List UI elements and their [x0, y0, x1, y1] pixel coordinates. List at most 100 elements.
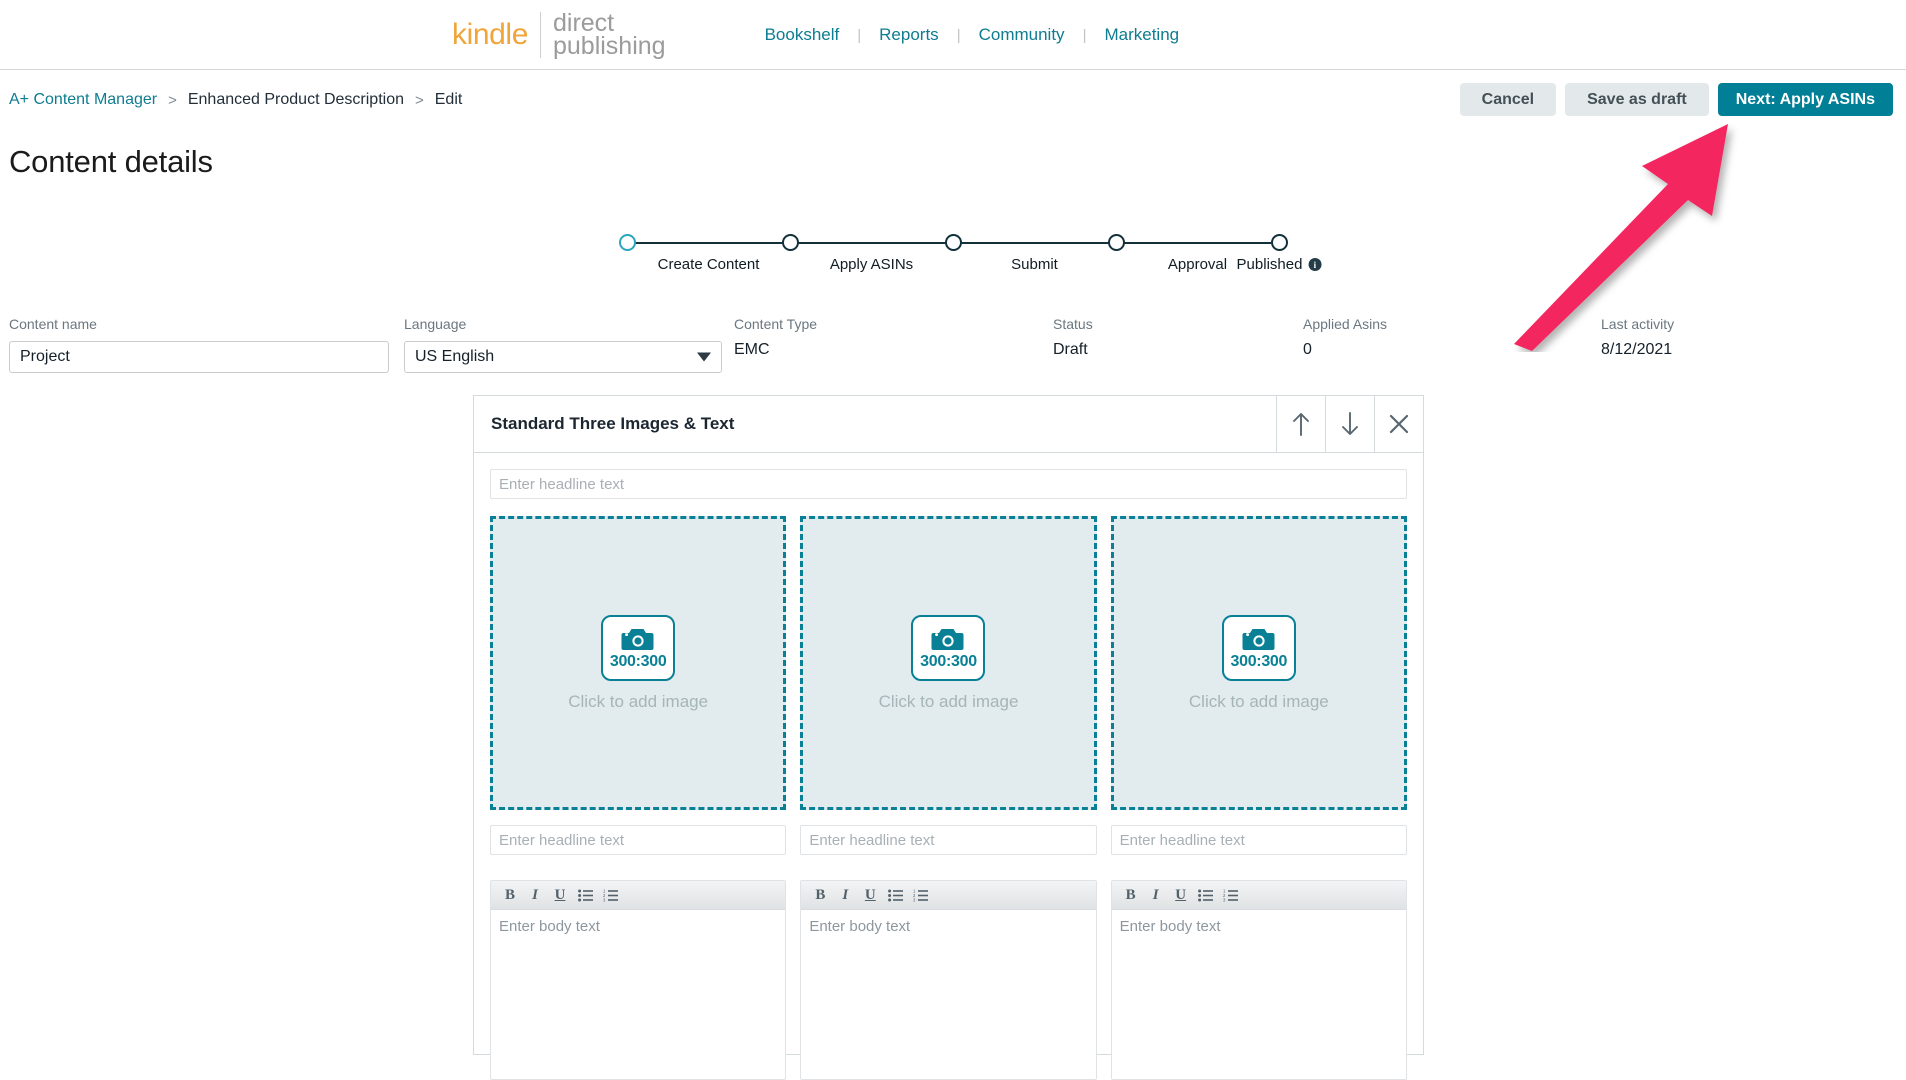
- bold-icon[interactable]: B: [499, 884, 521, 906]
- rich-text-editor: B I U 1 2 3 Enter body text: [490, 880, 787, 1080]
- module-column: 300:300 Click to add image B I U: [1110, 516, 1407, 1080]
- module-headline-input[interactable]: [490, 469, 1407, 499]
- underline-icon[interactable]: U: [859, 884, 881, 906]
- language-field-group: Language US English: [404, 316, 722, 373]
- content-name-input[interactable]: [9, 341, 389, 373]
- image-dropzone-cta: Click to add image: [878, 691, 1019, 711]
- breadcrumb-item-edit: Edit: [434, 91, 463, 108]
- content-type-value: EMC: [734, 341, 770, 358]
- image-dimension-label: 300:300: [1230, 652, 1288, 670]
- editor-toolbar: B I U 1 2 3: [801, 881, 1096, 910]
- rich-text-editor: B I U 1 2 3 Enter body text: [1110, 880, 1407, 1080]
- language-label: Language: [404, 316, 467, 332]
- info-icon[interactable]: i: [1308, 258, 1322, 271]
- image-dimension-label: 300:300: [609, 652, 667, 670]
- stepper-label: Create Content: [657, 256, 760, 273]
- last-activity-value: 8/12/2021: [1601, 341, 1673, 358]
- bulleted-list-icon[interactable]: [884, 884, 906, 906]
- breadcrumb-item-enhanced-product-description[interactable]: Enhanced Product Description: [188, 91, 404, 109]
- save-as-draft-button[interactable]: Save as draft: [1565, 83, 1709, 116]
- svg-text:3: 3: [603, 897, 606, 901]
- editor-toolbar: B I U 1 2 3: [491, 881, 786, 910]
- last-activity-label: Last activity: [1601, 316, 1675, 332]
- page-action-buttons: Cancel Save as draft Next: Apply ASINs: [1459, 83, 1893, 116]
- column-headline-input[interactable]: [1110, 825, 1407, 855]
- next-apply-asins-button[interactable]: Next: Apply ASINs: [1717, 83, 1893, 116]
- camera-placeholder: 300:300: [601, 614, 676, 681]
- svg-text:3: 3: [1223, 897, 1226, 901]
- language-select-value: US English: [404, 341, 722, 373]
- rich-text-editor: B I U 1 2 3 Enter body text: [800, 880, 1097, 1080]
- nav-link-reports[interactable]: Reports: [879, 25, 939, 45]
- nav-link-bookshelf[interactable]: Bookshelf: [765, 25, 840, 45]
- column-headline-input[interactable]: [800, 825, 1097, 855]
- numbered-list-icon[interactable]: 1 2 3: [909, 884, 931, 906]
- content-meta-row: Content name Language US English Content…: [0, 316, 1906, 378]
- content-module-card: Standard Three Images & Text Enter headl…: [473, 395, 1424, 1080]
- underline-icon[interactable]: U: [549, 884, 571, 906]
- move-module-up-button[interactable]: [1276, 396, 1325, 452]
- language-select[interactable]: US English: [404, 341, 722, 373]
- module-columns: 300:300 Click to add image B I U: [490, 516, 1407, 1080]
- status-badge: Draft: [1053, 341, 1088, 358]
- nav-divider: |: [857, 26, 862, 44]
- image-dropzone[interactable]: 300:300 Click to add image: [1110, 516, 1407, 810]
- nav-link-community[interactable]: Community: [979, 25, 1065, 45]
- numbered-list-icon[interactable]: 1 2 3: [599, 884, 621, 906]
- stepper-dot-icon: [945, 234, 962, 251]
- logo-divider: [539, 12, 541, 58]
- body-text-area[interactable]: [801, 910, 1096, 1079]
- stepper-dot-icon: [619, 234, 636, 251]
- image-dimension-label: 300:300: [920, 652, 977, 670]
- chevron-down-icon: [697, 352, 711, 362]
- image-dropzone-cta: Click to add image: [568, 691, 709, 711]
- body-text-area[interactable]: [491, 910, 786, 1079]
- cancel-button[interactable]: Cancel: [1459, 83, 1557, 116]
- breadcrumb-separator: >: [168, 91, 177, 109]
- numbered-list-icon[interactable]: 1 2 3: [1220, 884, 1242, 906]
- module-title: Standard Three Images & Text: [491, 414, 735, 433]
- column-headline-input[interactable]: [490, 825, 787, 855]
- applied-asins-value: 0: [1303, 341, 1312, 358]
- nav-divider: |: [1082, 26, 1087, 44]
- applied-asins-label: Applied Asins: [1303, 316, 1388, 332]
- italic-icon[interactable]: I: [524, 884, 546, 906]
- svg-text:3: 3: [913, 897, 916, 901]
- stepper-label: Apply ASINs: [829, 256, 914, 273]
- bulleted-list-icon[interactable]: [574, 884, 596, 906]
- camera-placeholder: 300:300: [1221, 614, 1296, 681]
- nav-link-marketing[interactable]: Marketing: [1104, 25, 1179, 45]
- camera-icon: [1242, 628, 1275, 650]
- logo-kindle-text: kindle: [452, 18, 528, 51]
- nav-divider: |: [956, 26, 961, 44]
- content-type-label: Content Type: [734, 316, 818, 332]
- breadcrumb-link-content-manager[interactable]: A+ Content Manager: [9, 91, 157, 109]
- breadcrumb-separator: >: [414, 91, 424, 109]
- image-dropzone[interactable]: 300:300 Click to add image: [490, 516, 787, 810]
- bulleted-list-icon[interactable]: [1195, 884, 1217, 906]
- breadcrumb-row: A+ Content Manager > Enhanced Product De…: [0, 70, 1906, 130]
- kdp-logo[interactable]: kindle direct publishing: [452, 11, 666, 59]
- workflow-stepper: Create Content Apply ASINs Submit Approv…: [619, 234, 1322, 282]
- status-group: Status Draft: [1053, 316, 1093, 359]
- stepper-label: Approval: [1167, 256, 1228, 273]
- module-body: 300:300 Click to add image B I U: [474, 453, 1423, 1080]
- module-column: 300:300 Click to add image B I U: [800, 516, 1097, 1080]
- close-icon: [1389, 414, 1409, 434]
- image-dropzone[interactable]: 300:300 Click to add image: [800, 516, 1097, 810]
- italic-icon[interactable]: I: [834, 884, 856, 906]
- underline-icon[interactable]: U: [1170, 884, 1192, 906]
- logo-direct-publishing-text: direct publishing: [553, 11, 666, 59]
- move-module-down-button[interactable]: [1325, 396, 1374, 452]
- primary-nav-links: Bookshelf | Reports | Community | Market…: [765, 25, 1180, 45]
- stepper-label-wrap: Published i: [1237, 256, 1322, 273]
- editor-toolbar: B I U 1 2 3: [1111, 881, 1406, 910]
- body-text-area[interactable]: [1111, 910, 1406, 1079]
- camera-icon: [931, 628, 964, 650]
- bold-icon[interactable]: B: [809, 884, 831, 906]
- stepper-label: Submit: [1011, 256, 1058, 273]
- remove-module-button[interactable]: [1374, 396, 1423, 452]
- italic-icon[interactable]: I: [1145, 884, 1167, 906]
- bold-icon[interactable]: B: [1120, 884, 1142, 906]
- applied-asins-group: Applied Asins 0: [1303, 316, 1387, 359]
